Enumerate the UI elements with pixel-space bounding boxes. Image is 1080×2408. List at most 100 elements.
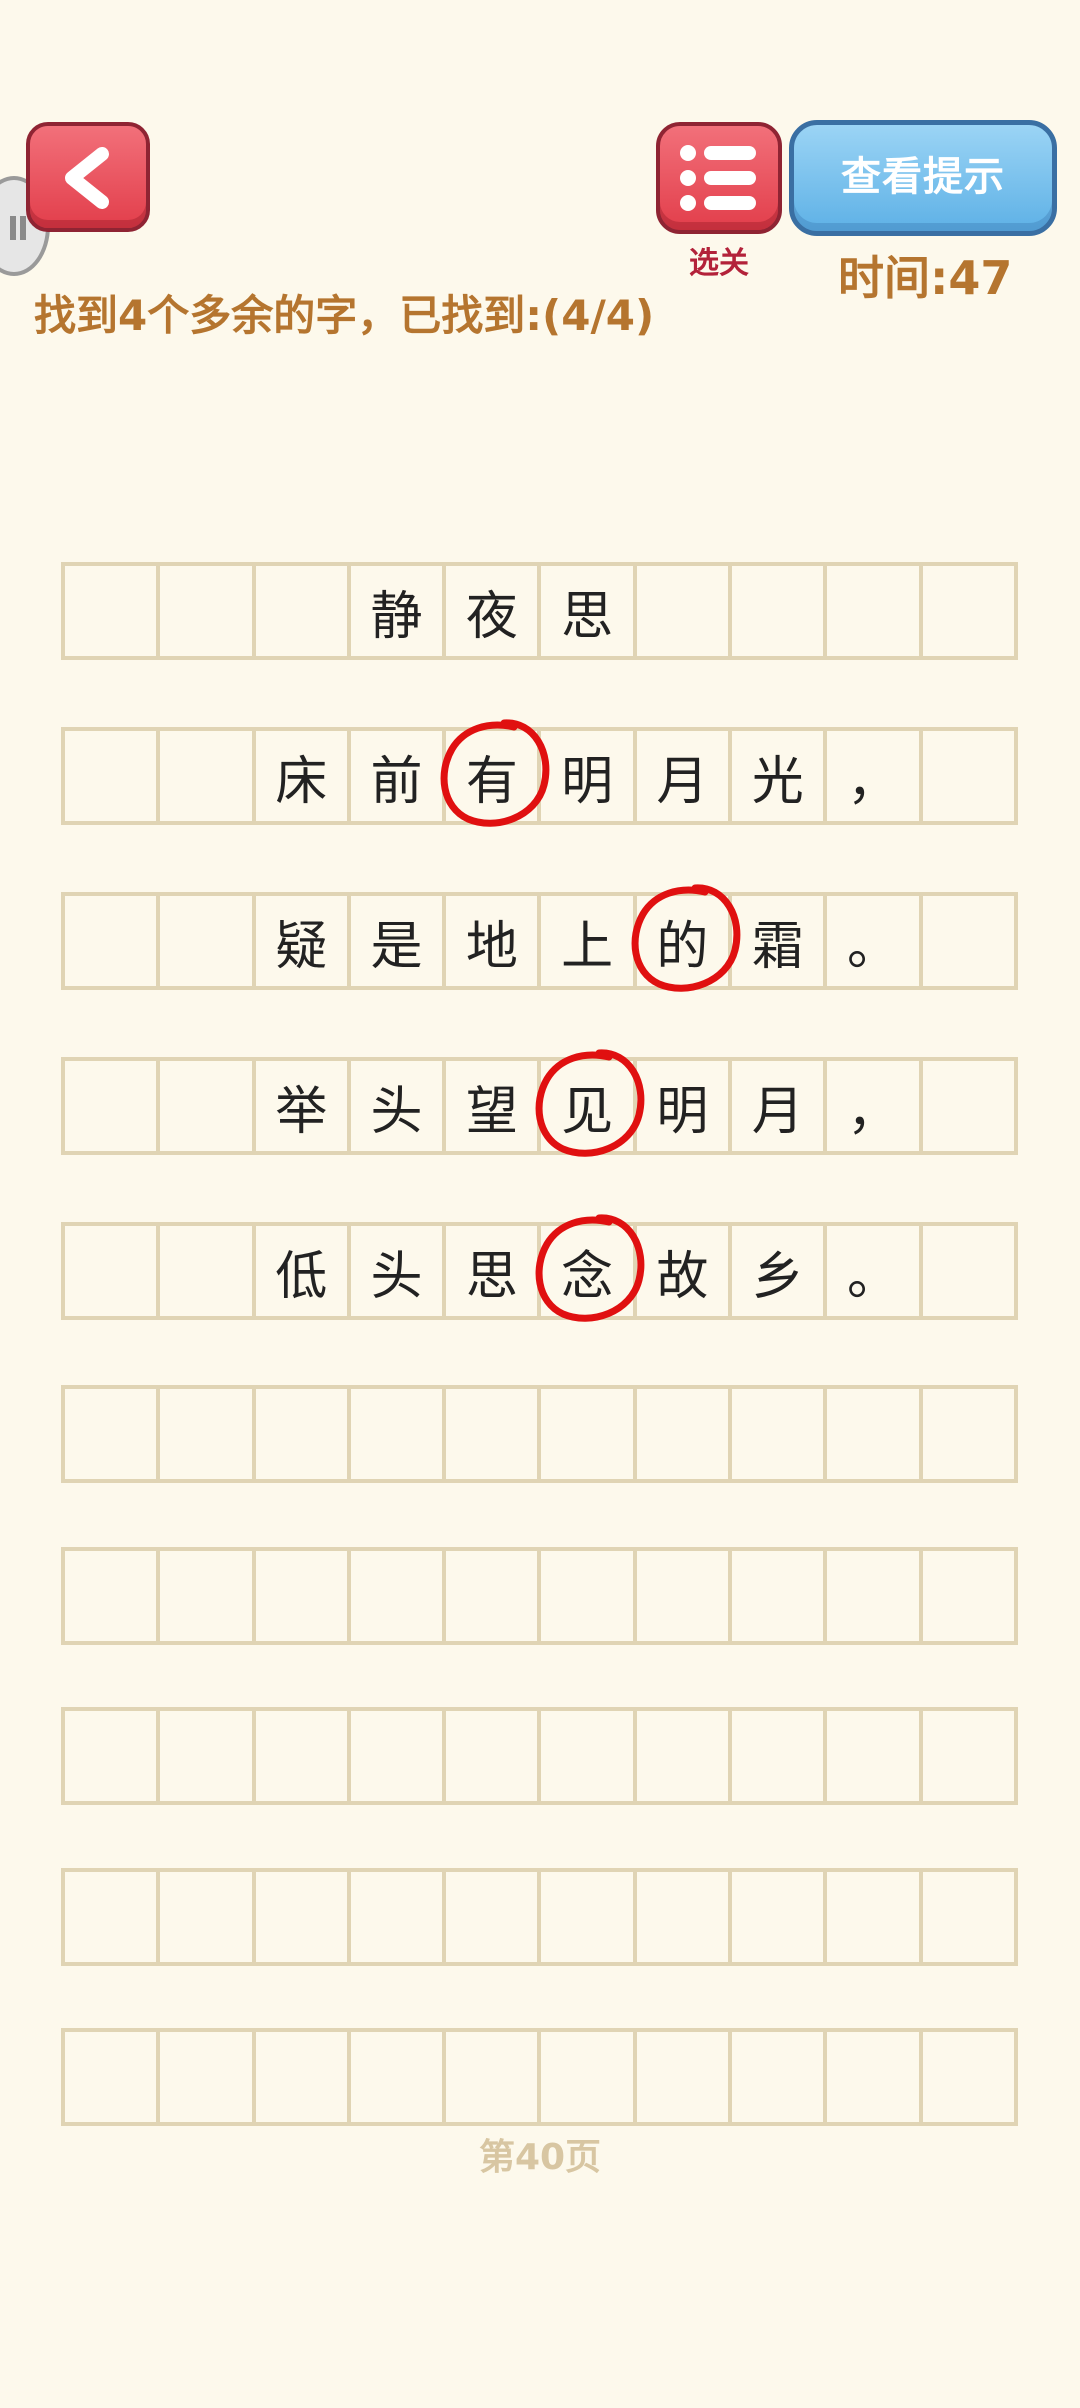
grid-cell[interactable]: 思 bbox=[541, 566, 637, 656]
grid-cell bbox=[351, 1872, 447, 1962]
grid-cell bbox=[446, 1711, 542, 1801]
cell-character: 静 bbox=[370, 586, 423, 647]
grid-cell[interactable]: 见 bbox=[536, 1049, 645, 1157]
grid-cell bbox=[351, 1711, 447, 1801]
grid-cell bbox=[923, 566, 1018, 656]
grid-cell bbox=[65, 2032, 161, 2122]
list-icon bbox=[680, 145, 756, 211]
grid-cell[interactable]: 念 bbox=[536, 1214, 645, 1322]
cell-character: 夜 bbox=[465, 586, 518, 647]
cell-character: 。 bbox=[847, 1246, 900, 1307]
cell-character: 念 bbox=[561, 1246, 614, 1307]
grid-cell bbox=[732, 1551, 828, 1641]
cell-character: 有 bbox=[465, 751, 518, 812]
view-hint-button[interactable]: 查看提示 bbox=[789, 120, 1057, 236]
grid-row: 疑是地上的霜。 bbox=[61, 884, 1018, 992]
grid-cell bbox=[256, 2032, 351, 2122]
grid-cell[interactable]: 夜 bbox=[446, 566, 542, 656]
grid-cell[interactable]: ， bbox=[827, 1061, 923, 1151]
grid-cell[interactable]: 上 bbox=[541, 896, 637, 986]
grid-cell bbox=[827, 1389, 923, 1479]
grid-cell[interactable]: 光 bbox=[732, 731, 828, 821]
grid-cell[interactable]: 明 bbox=[637, 1061, 733, 1151]
grid-cell bbox=[446, 1389, 542, 1479]
grid-row: 举头望见明月 ， bbox=[61, 1049, 1018, 1157]
grid-cell bbox=[923, 1551, 1018, 1641]
cell-character: 思 bbox=[561, 586, 614, 647]
grid-cell bbox=[923, 1061, 1018, 1151]
cell-character: 明 bbox=[561, 751, 614, 812]
grid-cell[interactable]: 月 bbox=[732, 1061, 828, 1151]
instruction-text: 找到4个多余的字，已找到:(4/4) bbox=[34, 291, 655, 340]
grid-cell bbox=[65, 1872, 161, 1962]
grid-cell bbox=[65, 1226, 161, 1316]
cell-character: 前 bbox=[370, 751, 423, 812]
grid-cell[interactable]: 静 bbox=[351, 566, 447, 656]
cell-character: 疑 bbox=[275, 916, 328, 977]
cell-character: ， bbox=[847, 751, 900, 812]
cell-character: 头 bbox=[370, 1246, 423, 1307]
grid-cell[interactable]: 月 bbox=[637, 731, 733, 821]
grid-cell[interactable]: 望 bbox=[446, 1061, 542, 1151]
grid-cell[interactable]: 疑 bbox=[256, 896, 351, 986]
grid-cell bbox=[65, 1551, 161, 1641]
grid-cell[interactable]: ， bbox=[827, 731, 923, 821]
grid-cell bbox=[351, 2032, 447, 2122]
level-select-button[interactable] bbox=[656, 122, 782, 234]
grid-cell bbox=[923, 1389, 1018, 1479]
grid-cell bbox=[637, 2032, 733, 2122]
cell-character: 低 bbox=[275, 1246, 328, 1307]
grid-cell[interactable]: 头 bbox=[351, 1226, 447, 1316]
grid-cell[interactable]: 低 bbox=[256, 1226, 351, 1316]
grid-cell[interactable]: 明 bbox=[541, 731, 637, 821]
grid-cell bbox=[160, 1711, 256, 1801]
cell-character: 见 bbox=[561, 1081, 614, 1142]
grid-cell[interactable]: 前 bbox=[351, 731, 447, 821]
grid-cell[interactable]: 。 bbox=[827, 896, 923, 986]
grid-cell[interactable]: 故 bbox=[637, 1226, 733, 1316]
grid-cell bbox=[65, 1061, 161, 1151]
cell-character: 月 bbox=[656, 751, 709, 812]
grid-cell[interactable]: 头 bbox=[351, 1061, 447, 1151]
grid-cell bbox=[732, 1711, 828, 1801]
cell-character: 霜 bbox=[751, 916, 804, 977]
cell-character: 举 bbox=[275, 1081, 328, 1142]
grid-cell bbox=[351, 1389, 447, 1479]
timer: 时间:47 bbox=[838, 251, 1013, 305]
grid-cell bbox=[923, 2032, 1018, 2122]
grid-cell bbox=[732, 566, 828, 656]
grid-cell[interactable]: 是 bbox=[351, 896, 447, 986]
cell-character: ， bbox=[847, 1081, 900, 1142]
grid-cell bbox=[732, 2032, 828, 2122]
grid-cell bbox=[160, 731, 256, 821]
grid-cell bbox=[541, 1551, 637, 1641]
grid-cell[interactable]: 乡 bbox=[732, 1226, 828, 1316]
grid-cell[interactable]: 思 bbox=[446, 1226, 542, 1316]
grid-cell[interactable]: 的 bbox=[631, 884, 741, 992]
grid-cell bbox=[160, 1872, 256, 1962]
grid-row: 低头思念故乡。 bbox=[61, 1214, 1018, 1322]
grid-cell[interactable]: 霜 bbox=[732, 896, 828, 986]
back-button[interactable] bbox=[26, 122, 150, 232]
cell-character: 明 bbox=[656, 1081, 709, 1142]
grid-cell bbox=[256, 1711, 351, 1801]
grid-cell bbox=[923, 1872, 1018, 1962]
grid-cell[interactable]: 有 bbox=[440, 719, 550, 827]
grid-cell bbox=[541, 2032, 637, 2122]
cell-character: 思 bbox=[465, 1246, 518, 1307]
grid-cell[interactable]: 床 bbox=[256, 731, 351, 821]
cell-character: 月 bbox=[751, 1081, 804, 1142]
grid-cell bbox=[923, 1711, 1018, 1801]
grid-cell[interactable]: 。 bbox=[827, 1226, 923, 1316]
grid-cell bbox=[827, 1872, 923, 1962]
grid-row bbox=[61, 1385, 1018, 1483]
cell-character: 。 bbox=[847, 916, 900, 977]
grid-cell bbox=[65, 1389, 161, 1479]
grid-cell[interactable]: 地 bbox=[446, 896, 542, 986]
grid-cell bbox=[827, 1551, 923, 1641]
grid-cell[interactable]: 举 bbox=[256, 1061, 351, 1151]
grid-cell bbox=[160, 566, 256, 656]
grid-cell bbox=[446, 2032, 542, 2122]
grid-row: 床前有明月光 ， bbox=[61, 719, 1018, 827]
grid-cell bbox=[541, 1872, 637, 1962]
